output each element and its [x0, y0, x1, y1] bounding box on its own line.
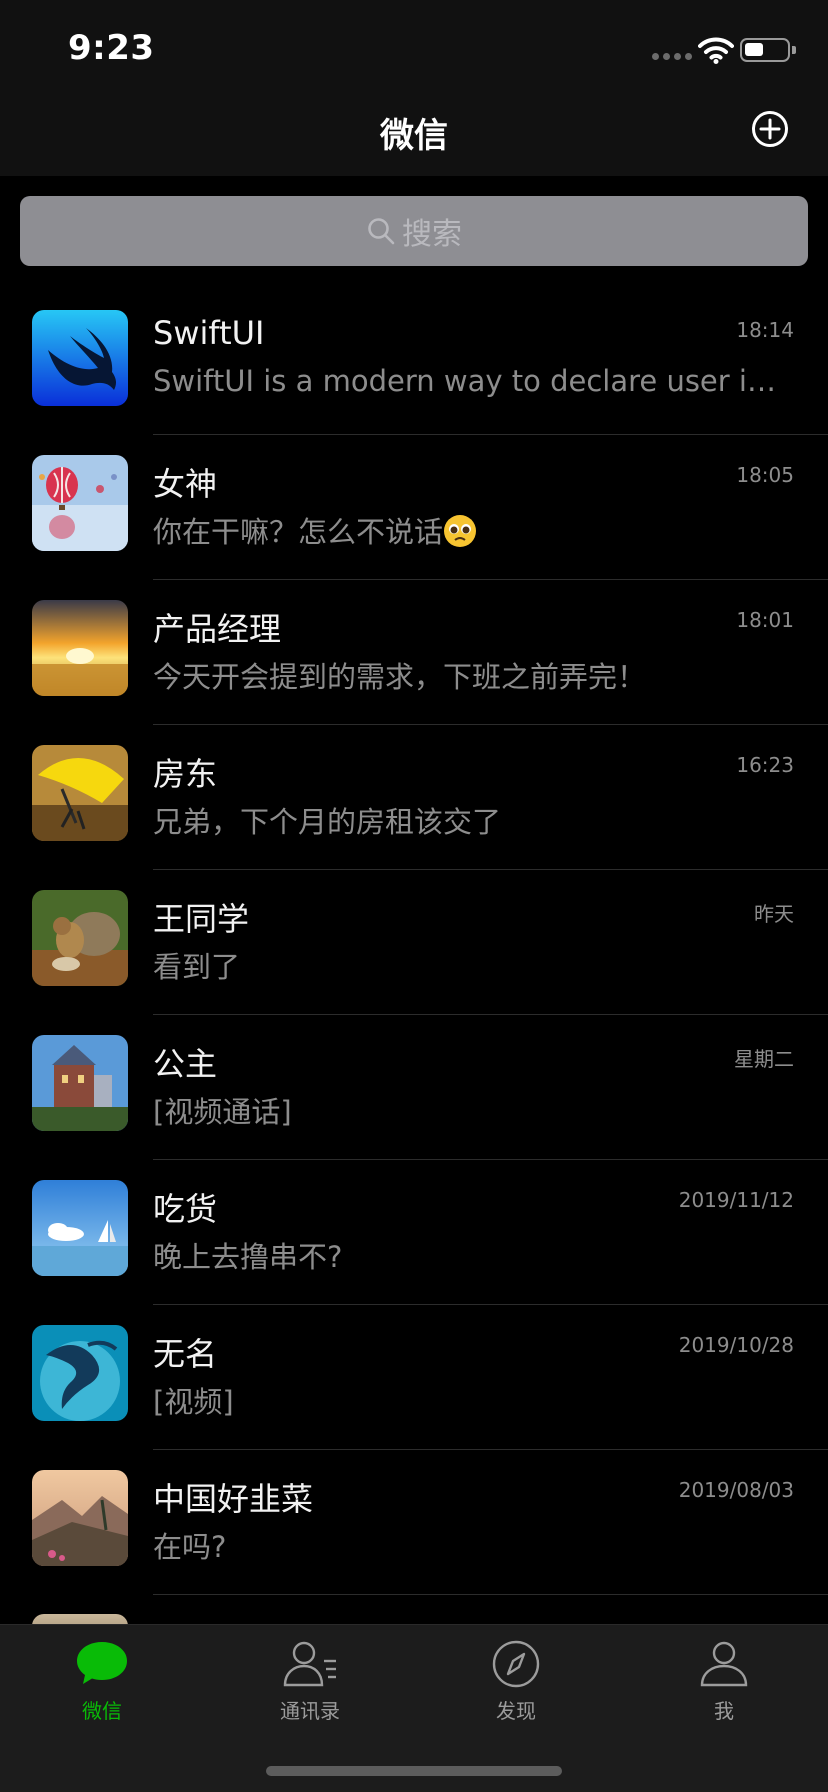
- tab-label: 发现: [496, 1699, 536, 1723]
- person-icon: [700, 1641, 748, 1687]
- avatar-castle: [32, 1035, 128, 1131]
- chat-row-product-manager[interactable]: 产品经理 今天开会提到的需求，下班之前弄完！ 18:01: [0, 580, 828, 725]
- compass-icon: [492, 1640, 540, 1688]
- nav-bar: 微信: [0, 96, 828, 176]
- avatar-blue-dragon: [32, 1325, 128, 1421]
- chat-name: 公主: [153, 1045, 218, 1083]
- tab-label: 微信: [82, 1699, 122, 1723]
- chat-name: 女神: [153, 465, 218, 503]
- chat-message: 在吗?: [153, 1530, 227, 1564]
- chat-bubble-icon: [77, 1642, 127, 1684]
- cellular-signal-icon: [652, 53, 692, 60]
- chat-message: [视频通话]: [153, 1095, 292, 1129]
- search-icon: [368, 218, 395, 245]
- avatar-swiftui-logo: [32, 310, 128, 406]
- chat-row-princess[interactable]: 公主 [视频通话] 星期二: [0, 1015, 828, 1160]
- tab-contacts[interactable]: 通讯录: [250, 1639, 370, 1724]
- plus-circle-icon[interactable]: [751, 110, 789, 148]
- chat-row-foodie[interactable]: 吃货 晚上去撸串不? 2019/11/12: [0, 1160, 828, 1305]
- chat-name: SwiftUI: [153, 314, 265, 352]
- tab-discover[interactable]: 发现: [456, 1639, 576, 1724]
- chat-message: [视频]: [153, 1385, 234, 1419]
- chat-name: 吃货: [153, 1190, 218, 1228]
- chat-row-swiftui[interactable]: SwiftUI SwiftUI is a modern way to decla…: [0, 290, 828, 435]
- tab-label: 我: [714, 1699, 734, 1723]
- home-indicator: [266, 1766, 562, 1776]
- tab-label: 通讯录: [280, 1699, 340, 1723]
- chat-time: 2019/10/28: [678, 1333, 794, 1357]
- chat-row-leek[interactable]: 中国好韭菜 在吗? 2019/08/03: [0, 1450, 828, 1595]
- chat-row-goddess[interactable]: 女神 你在干嘛？怎么不说话 18:05: [0, 435, 828, 580]
- chat-message: 晚上去撸串不?: [153, 1240, 343, 1274]
- avatar-sunset-field: [32, 600, 128, 696]
- battery-fill: [745, 43, 763, 56]
- tab-me[interactable]: 我: [664, 1639, 784, 1724]
- chat-time: 16:23: [736, 753, 794, 777]
- tab-chats[interactable]: 微信: [42, 1639, 162, 1724]
- chat-time: 2019/11/12: [678, 1188, 794, 1212]
- chat-message-text: 你在干嘛？怎么不说话: [153, 515, 444, 549]
- divider: [153, 1594, 828, 1595]
- avatar-valley-landscape: [32, 1470, 128, 1566]
- contacts-icon: [283, 1641, 336, 1687]
- chat-message: SwiftUI is a modern way to declare user …: [153, 364, 793, 398]
- chat-name: 房东: [153, 755, 218, 793]
- chat-list: SwiftUI SwiftUI is a modern way to decla…: [0, 290, 828, 1595]
- chat-message: 今天开会提到的需求，下班之前弄完！: [153, 660, 647, 694]
- chat-name: 无名: [153, 1335, 218, 1373]
- chat-time: 2019/08/03: [678, 1478, 794, 1502]
- avatar-yellow-umbrella: [32, 745, 128, 841]
- chat-time: 18:14: [736, 318, 794, 342]
- page-title: 微信: [380, 116, 448, 156]
- avatar-hot-air-balloons: [32, 455, 128, 551]
- status-bar: 9:23: [0, 0, 828, 96]
- wechat-screen: 9:23 微信 搜索 SwiftUI SwiftUI is a modern w…: [0, 0, 828, 1792]
- chat-message: 看到了: [153, 950, 241, 984]
- chat-name: 中国好韭菜: [153, 1480, 314, 1518]
- chat-row-wang[interactable]: 王同学 看到了 昨天: [0, 870, 828, 1015]
- chat-time: 昨天: [754, 902, 794, 926]
- chat-row-landlord[interactable]: 房东 兄弟，下个月的房租该交了 16:23: [0, 725, 828, 870]
- chat-name: 产品经理: [153, 610, 282, 648]
- search-bar[interactable]: 搜索: [20, 196, 808, 266]
- avatar-sailboat-sky: [32, 1180, 128, 1276]
- wifi-icon: [698, 37, 734, 64]
- chat-row-anonymous[interactable]: 无名 [视频] 2019/10/28: [0, 1305, 828, 1450]
- status-time: 9:23: [68, 28, 155, 68]
- search-placeholder: 搜索: [402, 217, 462, 252]
- chat-time: 18:05: [736, 463, 794, 487]
- chat-time: 18:01: [736, 608, 794, 632]
- pleading-face-icon: [444, 515, 477, 547]
- battery-icon: [740, 38, 796, 62]
- chat-time: 星期二: [734, 1047, 794, 1071]
- chat-name: 王同学: [153, 900, 250, 938]
- chat-message: 兄弟，下个月的房租该交了: [153, 805, 502, 839]
- chat-message: 你在干嘛？怎么不说话: [153, 509, 793, 551]
- avatar-squirrel: [32, 890, 128, 986]
